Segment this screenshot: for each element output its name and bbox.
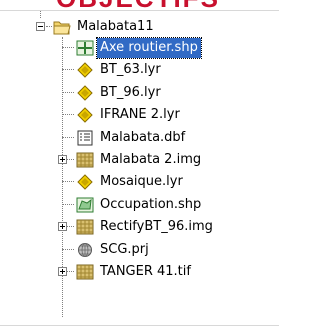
catalog-tree[interactable]: Malabata11 Axe routier.shp BT_63.lyr BT_96… [0, 10, 279, 326]
tree-item-label: IFRANE 2.lyr [100, 107, 180, 123]
tree-item[interactable]: TANGER 41.tif [76, 261, 194, 283]
shapefile-polygon-icon [76, 197, 94, 213]
raster-image-icon [76, 219, 94, 235]
tree-line [62, 181, 74, 183]
layer-file-icon [76, 107, 94, 123]
tree-item-label: Malabata 2.img [100, 152, 202, 167]
tree-line [62, 203, 74, 205]
tree-line [62, 136, 74, 138]
tree-item[interactable]: Occupation.shp [76, 194, 204, 216]
page-banner: OBJECTIFS [0, 0, 279, 10]
tree-item[interactable]: Malabata.dbf [76, 127, 188, 149]
expand-button[interactable] [58, 155, 67, 164]
raster-image-icon [76, 264, 94, 280]
tree-line [62, 248, 74, 250]
tree-item[interactable]: Malabata 2.img [76, 149, 204, 171]
tree-item-label: SCG.prj [100, 241, 149, 257]
tree-item[interactable]: BT_63.lyr [76, 59, 164, 81]
tree-line [62, 47, 74, 48]
tree-line [46, 26, 52, 27]
tree-line [40, 11, 41, 18]
tree-root-label: Malabata11 [77, 19, 154, 34]
tree-item-label: BT_96.lyr [100, 84, 161, 100]
tree-item[interactable]: Axe routier.shp [76, 37, 202, 59]
tree-line [62, 114, 74, 116]
projection-globe-icon [76, 242, 94, 258]
layer-file-icon [76, 174, 94, 191]
shapefile-line-icon [76, 40, 94, 56]
layer-file-icon [76, 62, 94, 79]
tree-line [62, 91, 74, 93]
tree-item[interactable]: SCG.prj [76, 239, 152, 261]
tree-item-label: Mosaique.lyr [100, 174, 183, 190]
tree-item[interactable]: BT_96.lyr [76, 82, 164, 104]
expand-button[interactable] [58, 267, 67, 276]
tree-item-label: Malabata.dbf [100, 129, 186, 145]
expand-button[interactable] [58, 222, 67, 232]
tree-item-label: Occupation.shp [100, 196, 202, 212]
tree-item[interactable]: RectifyBT_96.img [76, 216, 216, 238]
banner-title: OBJECTIFS [56, 0, 220, 10]
layer-file-icon [76, 85, 94, 101]
tree-root-folder[interactable]: Malabata11 [53, 16, 157, 38]
folder-open-icon [53, 19, 71, 35]
tree-item[interactable]: Mosaique.lyr [76, 171, 186, 193]
raster-image-icon [76, 152, 94, 168]
collapse-button[interactable] [36, 22, 45, 31]
tree-line [62, 69, 74, 71]
tree-item[interactable]: IFRANE 2.lyr [76, 104, 183, 126]
tree-item-label: TANGER 41.tif [100, 264, 191, 279]
tree-item-label: BT_63.lyr [100, 62, 161, 78]
tree-item-label: Axe routier.shp [96, 37, 202, 59]
tree-item-label: RectifyBT_96.img [100, 219, 213, 235]
table-file-icon [76, 130, 94, 146]
